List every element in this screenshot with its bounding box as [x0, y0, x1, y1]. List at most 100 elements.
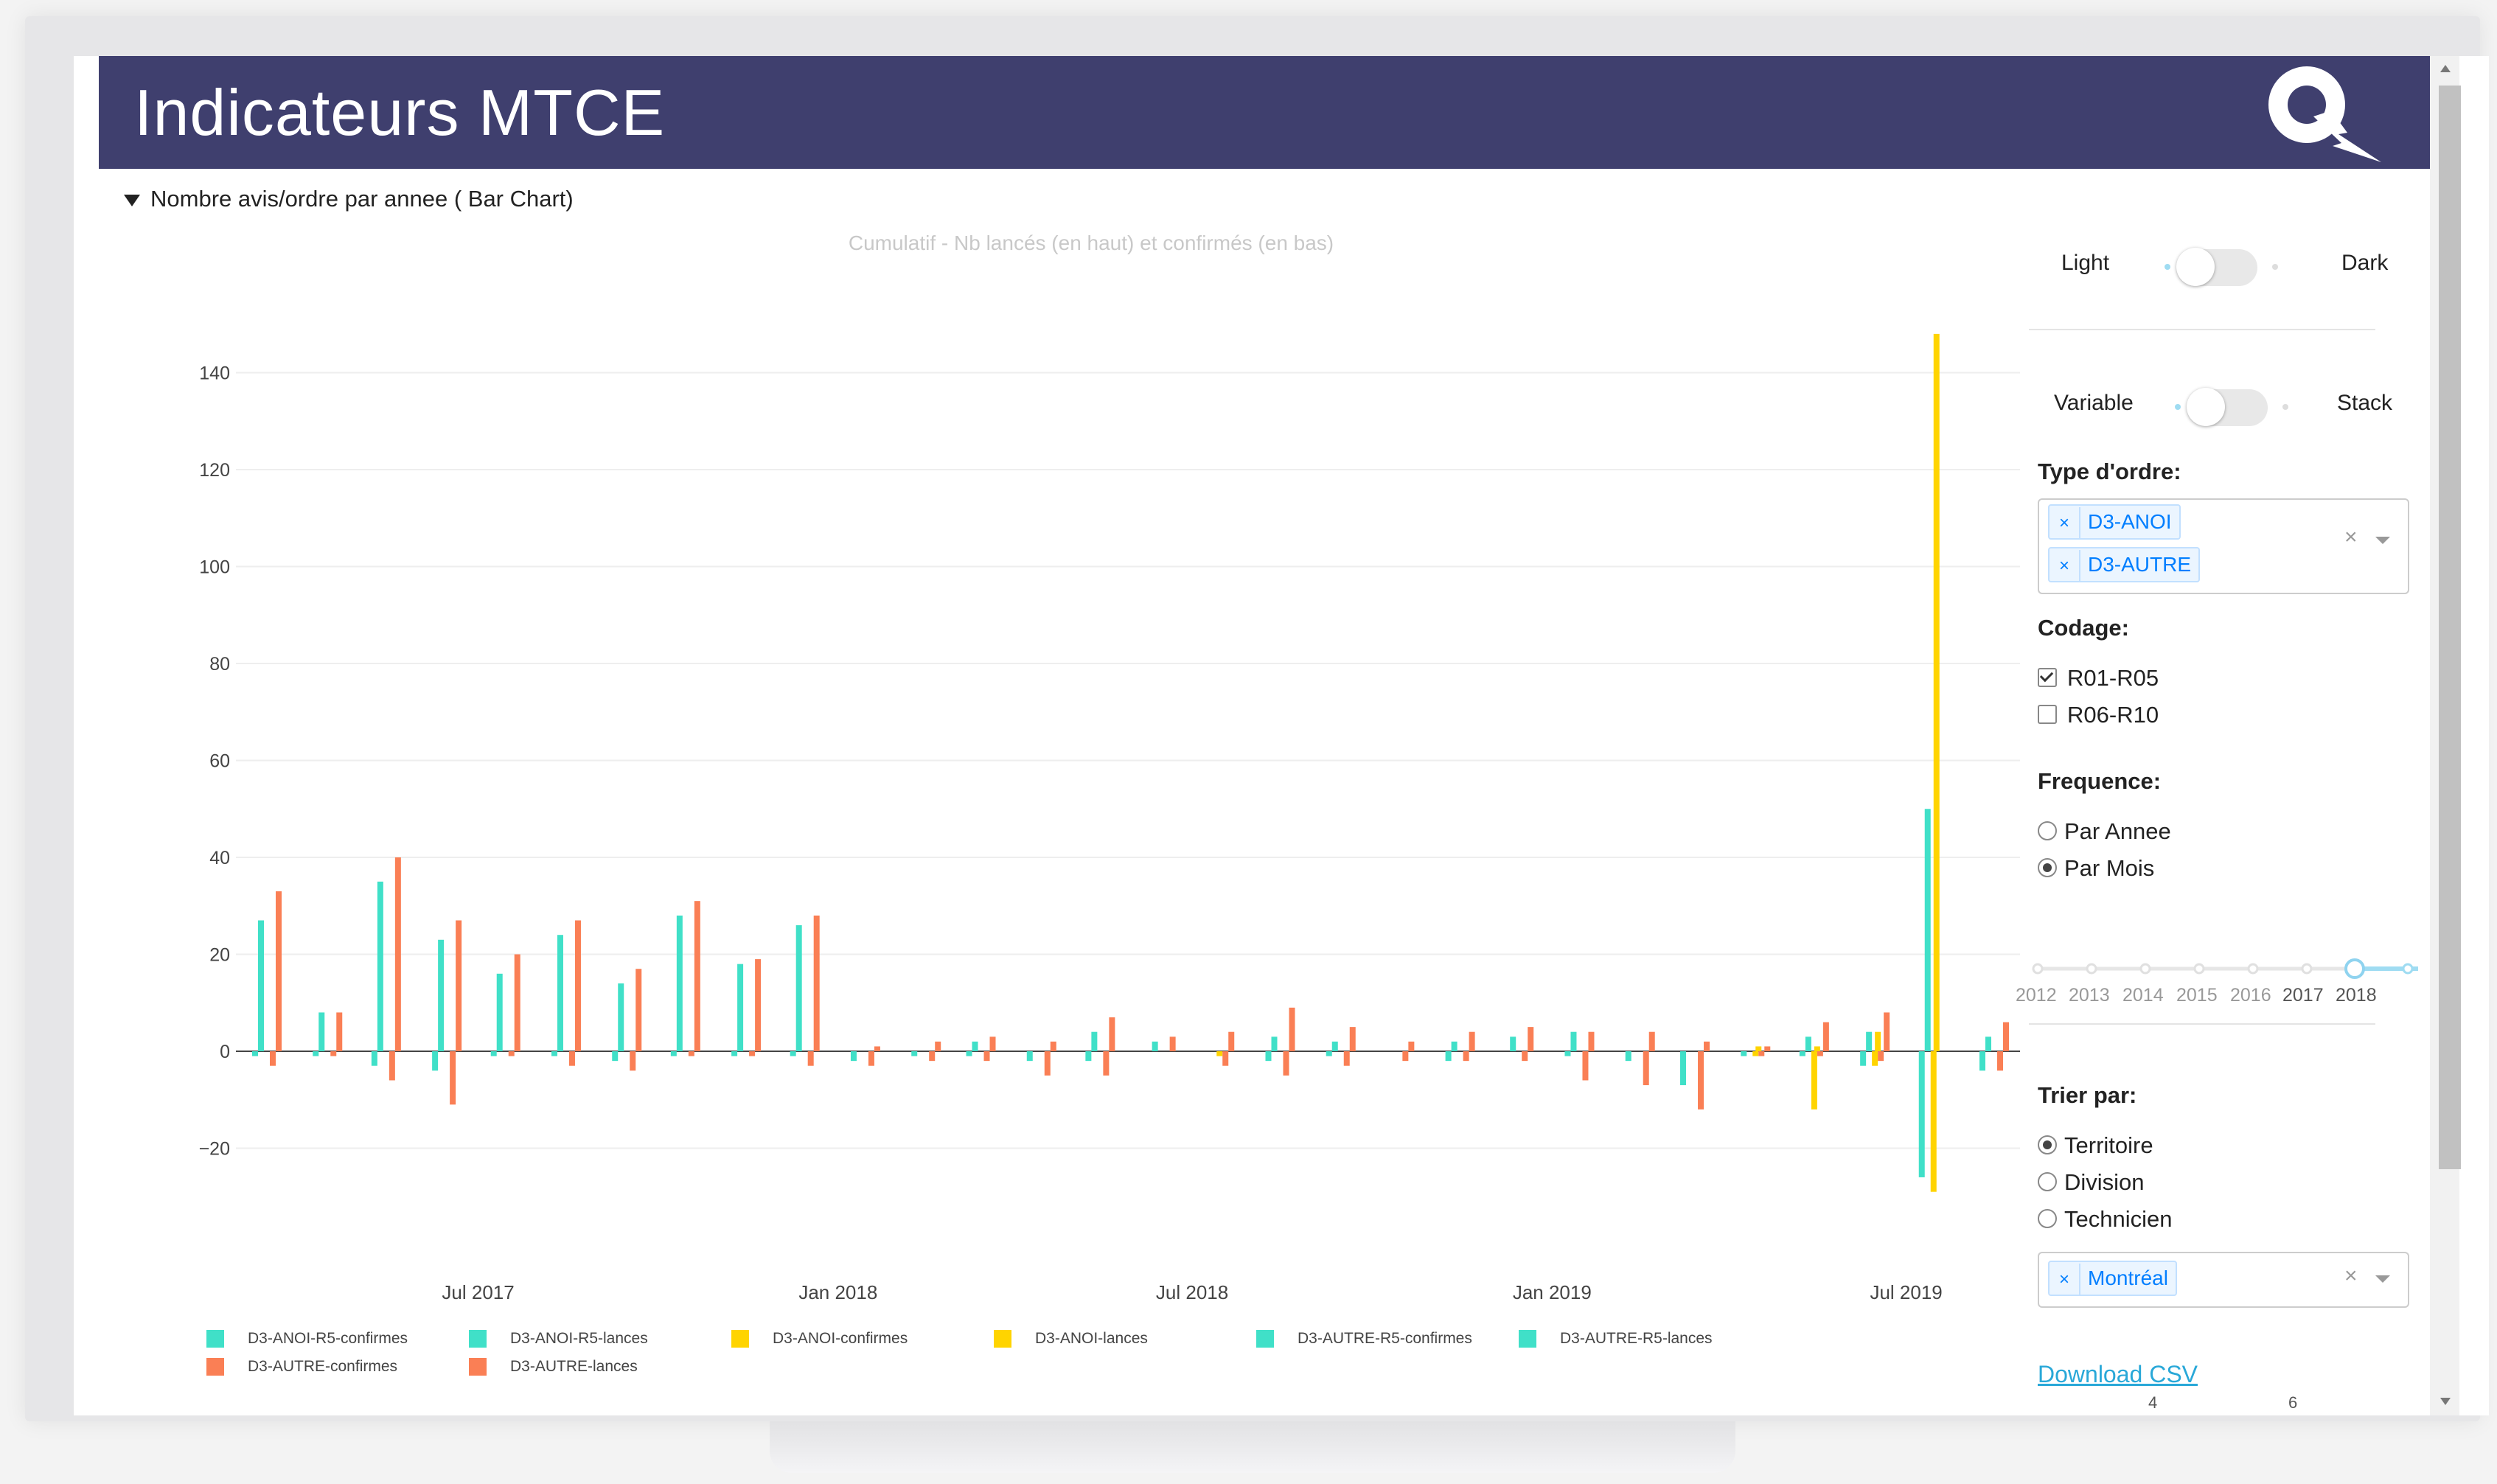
bar-teal-confirmes — [551, 1051, 557, 1056]
radio-unchecked-icon[interactable] — [2038, 1171, 2057, 1191]
theme-toggle-switch[interactable] — [2165, 239, 2278, 286]
slider-year-label: 2015 — [2176, 985, 2218, 1006]
bar-orange-confirmes — [450, 1051, 456, 1105]
bar-teal-lances — [377, 881, 383, 1051]
slider-year-label: 2017 — [2282, 985, 2324, 1006]
vertical-scrollbar[interactable] — [2430, 56, 2461, 1415]
bar-yellow-confirmes — [1872, 1051, 1878, 1066]
legend-label: D3-AUTRE-R5-lances — [1560, 1330, 1713, 1347]
stack-toggle-switch[interactable] — [2175, 379, 2288, 426]
bar-teal-lances — [1152, 1041, 1158, 1051]
codage-label: Codage: — [2038, 615, 2129, 641]
radio-par-mois[interactable]: Par Mois — [2038, 855, 2154, 882]
legend-item[interactable]: D3-AUTRE-lances — [469, 1356, 638, 1378]
bar-orange-confirmes — [508, 1051, 515, 1056]
bar-orange-lances — [574, 920, 581, 1051]
tag-d3-anoi: × D3-ANOI — [2048, 504, 2181, 540]
checkbox-label: R06-R10 — [2067, 702, 2159, 728]
bottom-number: 6 — [2288, 1393, 2298, 1412]
chevron-down-icon[interactable] — [2375, 1275, 2390, 1283]
tag-remove-icon[interactable]: × — [2050, 507, 2080, 540]
bar-yellow-lances — [1755, 1046, 1762, 1051]
bar-teal-lances — [557, 935, 563, 1051]
bar-orange-confirmes — [1044, 1051, 1051, 1076]
legend-item[interactable]: D3-AUTRE-confirmes — [206, 1356, 397, 1378]
legend-swatch — [994, 1330, 1011, 1348]
monitor-frame: Indicateurs MTCE Nombre avis/ordre par a… — [25, 16, 2489, 1421]
slider-handle-start[interactable] — [2344, 958, 2365, 979]
radio-territoire[interactable]: Territoire — [2038, 1132, 2153, 1159]
radio-unchecked-icon[interactable] — [2038, 821, 2057, 840]
scroll-down-arrow-icon[interactable] — [2440, 1398, 2451, 1405]
bar-orange-lances — [394, 857, 401, 1051]
switch-knob — [2187, 388, 2225, 426]
legend-item[interactable]: D3-ANOI-R5-lances — [469, 1328, 648, 1350]
y-tick-label: 140 — [199, 363, 230, 384]
x-tick-label: Jan 2019 — [1513, 1281, 1592, 1303]
legend-item[interactable]: D3-AUTRE-R5-confirmes — [1256, 1328, 1472, 1350]
bar-teal-confirmes — [1741, 1051, 1747, 1056]
download-csv-link[interactable]: Download CSV — [2038, 1361, 2198, 1388]
bar-orange-lances — [874, 1046, 880, 1051]
toggle-dot-left — [2165, 264, 2170, 270]
x-tick-label: Jul 2017 — [442, 1281, 514, 1303]
bar-yellow-lances — [1875, 1031, 1881, 1051]
clear-selection-icon[interactable]: × — [2344, 525, 2358, 550]
bar-orange-lances — [456, 920, 462, 1051]
bar-orange-lances — [935, 1041, 941, 1051]
checkbox-unchecked-icon[interactable] — [2038, 704, 2057, 724]
bar-teal-confirmes — [911, 1051, 918, 1056]
legend-item[interactable]: D3-ANOI-confirmes — [731, 1328, 908, 1350]
x-tick-label: Jan 2018 — [798, 1281, 877, 1303]
radio-checked-icon[interactable] — [2038, 857, 2057, 877]
bar-orange-lances — [813, 915, 820, 1051]
slider-dot — [2193, 963, 2205, 975]
type-ordre-label: Type d'ordre: — [2038, 459, 2181, 484]
bar-orange-lances — [755, 959, 762, 1051]
bar-orange-lances — [1349, 1027, 1356, 1051]
checkbox-checked-icon[interactable] — [2038, 667, 2057, 687]
bar-orange-lances — [1169, 1037, 1176, 1051]
bar-orange-confirmes — [389, 1051, 395, 1081]
radio-checked-icon[interactable] — [2038, 1135, 2057, 1154]
radio-division[interactable]: Division — [2038, 1169, 2145, 1196]
y-tick-label: 60 — [209, 751, 230, 772]
bar-teal-lances — [1451, 1041, 1458, 1051]
chevron-down-icon[interactable] — [2375, 537, 2390, 544]
bar-orange-lances — [1884, 1012, 1890, 1051]
y-tick-label: 0 — [220, 1042, 230, 1062]
scrollbar-thumb[interactable] — [2439, 86, 2461, 1169]
radio-technicien[interactable]: Technicien — [2038, 1206, 2172, 1233]
tag-remove-icon[interactable]: × — [2050, 1264, 2080, 1296]
tag-remove-icon[interactable]: × — [2050, 550, 2080, 582]
tag-label: D3-AUTRE — [2088, 553, 2192, 576]
slider-year-label: 2014 — [2122, 985, 2164, 1006]
radio-par-annee[interactable]: Par Annee — [2038, 818, 2171, 845]
type-ordre-multiselect[interactable]: × D3-ANOI × D3-AUTRE × — [2038, 498, 2409, 594]
bar-orange-lances — [989, 1037, 996, 1051]
legend-item[interactable]: D3-ANOI-R5-confirmes — [206, 1328, 408, 1350]
radio-unchecked-icon[interactable] — [2038, 1208, 2057, 1228]
trier-multiselect[interactable]: × Montréal × — [2038, 1252, 2409, 1308]
checkbox-r06-r10[interactable]: R06-R10 — [2038, 702, 2159, 728]
legend-item[interactable]: D3-AUTRE-R5-lances — [1519, 1328, 1713, 1350]
theme-dark-label: Dark — [2341, 251, 2389, 275]
bar-yellow-confirmes — [1930, 1051, 1937, 1192]
checkbox-r01-r05[interactable]: R01-R05 — [2038, 665, 2159, 692]
bar-orange-lances — [1822, 1022, 1829, 1051]
bar-orange-confirmes — [1698, 1051, 1704, 1109]
y-tick-label: 100 — [199, 557, 230, 578]
hydro-quebec-logo-icon — [2268, 66, 2381, 162]
bar-yellow-confirmes — [1216, 1051, 1223, 1056]
legend-item[interactable]: D3-ANOI-lances — [994, 1328, 1148, 1350]
chart-bars — [252, 333, 2009, 1192]
bar-teal-lances — [972, 1041, 978, 1051]
scroll-up-arrow-icon[interactable] — [2440, 65, 2451, 72]
bar-orange-confirmes — [749, 1051, 756, 1056]
clear-selection-icon[interactable]: × — [2344, 1264, 2358, 1289]
radio-label: Division — [2064, 1169, 2145, 1195]
bar-orange-confirmes — [1463, 1051, 1469, 1062]
radio-label: Par Mois — [2064, 855, 2155, 881]
bar-orange-lances — [1228, 1031, 1235, 1051]
bar-teal-confirmes — [1026, 1051, 1033, 1062]
